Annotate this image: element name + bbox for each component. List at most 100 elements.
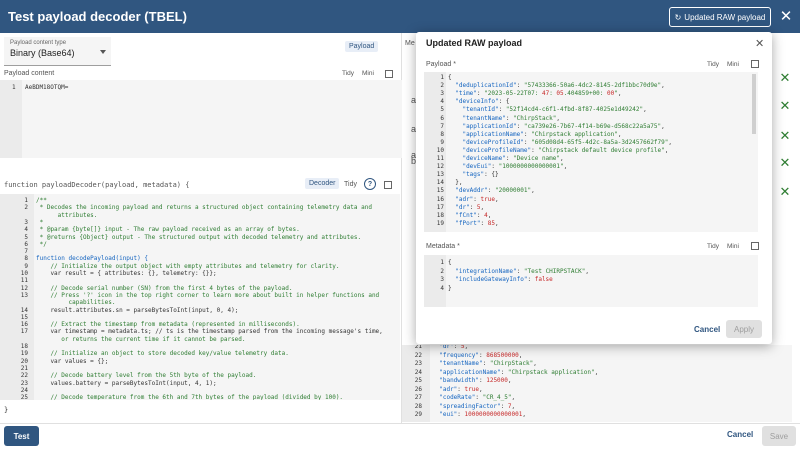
- line-number: 18: [20, 343, 28, 350]
- payload-content-value: AeBDM18OTQM=: [25, 84, 69, 91]
- remove-row-icon[interactable]: ✕: [779, 98, 791, 113]
- modal-apply-button[interactable]: Apply: [726, 320, 762, 338]
- code-line: },: [448, 179, 463, 187]
- line-number: 9: [24, 262, 28, 270]
- line-number: 13: [20, 291, 28, 299]
- modal-title: Updated RAW payload: [426, 38, 523, 48]
- line-number: 17: [20, 328, 28, 336]
- code-line: * @returns {Object} output - The structu…: [36, 233, 362, 241]
- modal-metadata-fullscreen-icon[interactable]: [751, 242, 759, 250]
- decoder-chip[interactable]: Decoder: [305, 178, 340, 189]
- line-number: 3: [440, 90, 444, 98]
- code-line: "fCnt": 4,: [455, 211, 492, 219]
- line-number: 20: [20, 357, 28, 365]
- line-number: 1: [24, 197, 28, 204]
- tidy-button[interactable]: Tidy: [342, 70, 354, 77]
- modal-payload-editor[interactable]: 1 {2 "deduplicationId": "57433366-50a6-4d…: [424, 72, 758, 232]
- code-line: "eui": 1000000000000001,: [439, 411, 526, 418]
- code-line: "codeRate": "CR_4_5",: [439, 394, 516, 401]
- line-number: 21: [20, 364, 28, 372]
- line-number: 17: [436, 203, 444, 211]
- remove-row-icon[interactable]: ✕: [779, 70, 791, 85]
- code-line: "devAddr": "20000001",: [455, 187, 535, 195]
- line-number: 12: [20, 284, 28, 292]
- line-number: 19: [20, 350, 28, 358]
- cancel-button[interactable]: Cancel: [727, 430, 753, 439]
- line-number: 1: [440, 259, 444, 266]
- modal-cancel-button[interactable]: Cancel: [694, 325, 720, 334]
- line-number: 13: [436, 171, 444, 179]
- decoder-tidy-button[interactable]: Tidy: [344, 181, 357, 188]
- code-line: "tenantName": "ChirpStack",: [462, 114, 561, 122]
- line-number: 18: [436, 211, 444, 219]
- modal-payload-tidy-button[interactable]: Tidy: [707, 61, 719, 68]
- remove-row-icon[interactable]: ✕: [779, 128, 791, 143]
- code-line: *: [36, 218, 44, 226]
- payload-chip[interactable]: Payload: [345, 41, 379, 52]
- code-line: "adr": true,: [455, 195, 499, 203]
- modal-payload-fullscreen-icon[interactable]: [751, 60, 759, 68]
- code-line: // Press '?' icon in the top right corne…: [36, 291, 380, 299]
- code-line: "integrationName": "Test CHIRPSTACK",: [455, 267, 589, 275]
- test-button[interactable]: Test: [4, 426, 39, 446]
- dialog-title: Test payload decoder (TBEL): [8, 9, 187, 24]
- line-number: 1: [440, 74, 444, 81]
- code-line: attributes.: [36, 211, 98, 219]
- line-number: 12: [436, 163, 444, 171]
- code-line: "applicationId": "ca739e26-7b67-4f14-b69…: [462, 122, 665, 130]
- code-line: // Initialize the output object with emp…: [36, 262, 340, 270]
- line-number: 6: [440, 114, 444, 122]
- line-number: 10: [436, 146, 444, 154]
- line-number: 14: [436, 179, 444, 187]
- code-line: }: [448, 284, 452, 292]
- line-number: 25: [414, 377, 422, 384]
- modal-payload-label: Payload *: [426, 61, 456, 68]
- modal-close-icon[interactable]: ✕: [755, 37, 764, 50]
- line-number: 3: [440, 276, 444, 283]
- code-line: "deviceProfileName": "Chirpstack default…: [462, 146, 669, 154]
- line-number: 4: [440, 284, 444, 292]
- modal-metadata-editor[interactable]: 1 {2 "integrationName": "Test CHIRPSTACK"…: [424, 255, 758, 307]
- save-button[interactable]: Save: [762, 426, 796, 446]
- line-number: 1: [12, 84, 16, 91]
- payload-content-type-select[interactable]: Payload content type Binary (Base64): [4, 37, 111, 66]
- modal-payload-scrollbar[interactable]: [752, 74, 756, 134]
- code-line: "tags": {}: [462, 171, 499, 179]
- line-number: 4: [440, 98, 444, 106]
- code-line: "deduplicationId": "57433366-50a6-4dc2-8…: [455, 82, 665, 90]
- code-line: var result = { attributes: {}, telemetry…: [36, 270, 217, 277]
- code-line: "dr": 5,: [455, 203, 485, 211]
- line-number: 23: [20, 379, 28, 387]
- code-line: "deviceInfo": {: [455, 98, 510, 106]
- close-icon[interactable]: ✕: [777, 7, 795, 25]
- code-line: {: [448, 259, 452, 266]
- remove-row-icon[interactable]: ✕: [779, 184, 791, 199]
- line-number: 2: [440, 267, 444, 275]
- modal-metadata-tidy-button[interactable]: Tidy: [707, 243, 719, 250]
- code-line: capabilities.: [36, 299, 116, 307]
- help-icon[interactable]: ?: [364, 178, 376, 190]
- payload-content-editor[interactable]: 1 AeBDM18OTQM=: [0, 80, 402, 158]
- code-line: // Initialize an object to store decoded…: [36, 350, 289, 358]
- modal-metadata-label: Metadata *: [426, 243, 460, 250]
- code-line: result.attributes.sn = parseBytesToInt(i…: [36, 306, 239, 314]
- editor-gutter: 1: [0, 80, 22, 158]
- line-number: 24: [414, 368, 422, 376]
- modal-payload-mini-button[interactable]: Mini: [727, 61, 739, 68]
- code-line: "spreadingFactor": 7,: [439, 402, 516, 410]
- fullscreen-icon[interactable]: [385, 70, 393, 78]
- line-number: 25: [20, 394, 28, 400]
- line-number: 22: [20, 372, 28, 380]
- code-line: // Decode battery level from the 5th byt…: [36, 372, 257, 380]
- line-number: 8: [440, 130, 444, 138]
- decoder-code-editor[interactable]: 1 /** 2 * Decodes the incoming payload and…: [0, 194, 400, 400]
- mini-button[interactable]: Mini: [362, 70, 374, 77]
- code-line: "bandwidth": 125000,: [439, 377, 512, 384]
- decoder-fullscreen-icon[interactable]: [384, 181, 392, 189]
- output-editor[interactable]: 21 "dr": 5, 22 "frequency": 868500000, 23 …: [402, 345, 792, 422]
- code-line: "deviceName": "Device name",: [462, 155, 564, 162]
- updated-raw-payload-button[interactable]: ↻ Updated RAW payload: [669, 7, 771, 27]
- refresh-icon: ↻: [674, 12, 682, 22]
- modal-metadata-mini-button[interactable]: Mini: [727, 243, 739, 250]
- remove-row-icon[interactable]: ✕: [779, 155, 791, 170]
